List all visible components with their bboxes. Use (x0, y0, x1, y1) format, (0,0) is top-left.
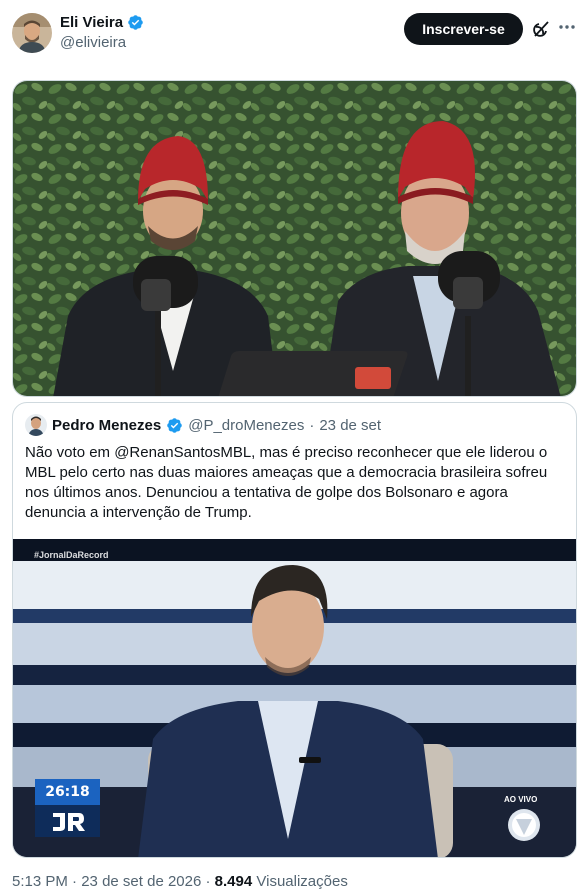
record-channel-icon (506, 807, 542, 843)
live-label: AO VIVO (504, 795, 538, 804)
quoted-separator: · (309, 416, 315, 434)
quoted-header: Pedro Menezes @P_droMenezes · 23 de set (25, 414, 381, 436)
quoted-date: 23 de set (319, 416, 382, 434)
quoted-tweet[interactable]: Pedro Menezes @P_droMenezes · 23 de set … (12, 402, 577, 858)
author-name[interactable]: Eli Vieira (60, 14, 123, 31)
quoted-avatar (25, 414, 47, 436)
subscribe-button[interactable]: Inscrever-se (404, 13, 523, 45)
jr-logo-icon (52, 813, 85, 831)
record-logo (35, 805, 100, 837)
video-hashtag: #JornalDaRecord (34, 550, 109, 560)
meta-separator: · (205, 873, 211, 890)
views-count: 8.494 (214, 873, 253, 890)
tweet-meta: 5:13 PM · 23 de set de 2026 · 8.494 Visu… (12, 873, 348, 890)
quoted-video[interactable]: #JornalDaRecord 26:18 AO VIVO (13, 539, 576, 857)
grok-icon[interactable] (531, 19, 551, 39)
tweet-time[interactable]: 5:13 PM (12, 873, 68, 890)
quoted-text: Não voto em @RenanSantosMBL, mas é preci… (25, 444, 548, 521)
verified-badge-icon (128, 15, 143, 30)
quoted-author-name: Pedro Menezes (52, 416, 162, 434)
tweet-header: Eli Vieira @elivieira Inscrever-se (12, 12, 577, 56)
verified-badge-icon (167, 417, 182, 433)
quoted-author-handle: @P_droMenezes (188, 416, 305, 434)
author-avatar[interactable] (12, 13, 52, 53)
video-clock: 26:18 (35, 779, 100, 805)
views-label: Visualizações (256, 873, 348, 890)
author-name-row: Eli Vieira (60, 14, 144, 31)
meta-separator: · (72, 873, 78, 890)
tweet-date[interactable]: 23 de set de 2026 (81, 873, 201, 890)
more-icon[interactable] (556, 16, 578, 38)
author-handle[interactable]: @elivieira (60, 34, 126, 51)
tweet-image[interactable] (12, 80, 577, 397)
